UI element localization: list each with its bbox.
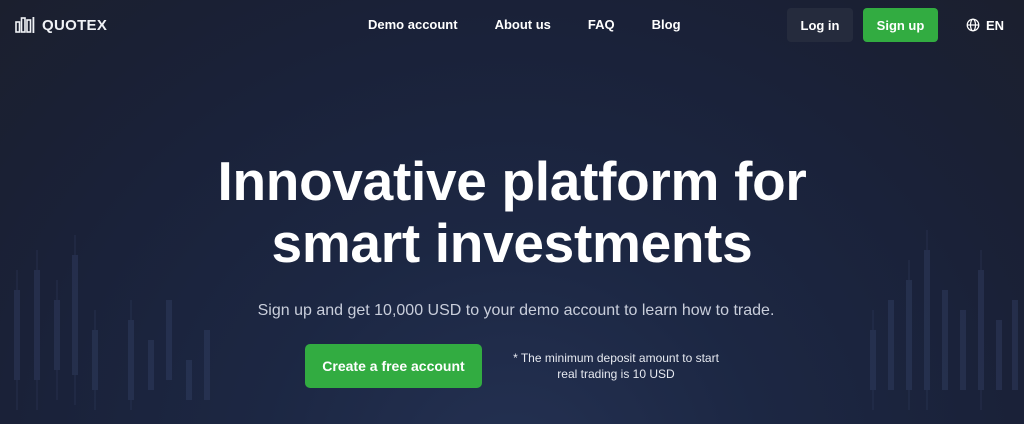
site-header: QUOTEX Demo account About us FAQ Blog Lo… xyxy=(0,0,1024,50)
hero-title-line-2: smart investments xyxy=(271,212,753,274)
note-line-1: * The minimum deposit amount to start xyxy=(513,351,719,365)
hero-title: Innovative platform for smart investment… xyxy=(0,150,1024,274)
nav-demo-account[interactable]: Demo account xyxy=(368,16,458,34)
globe-icon xyxy=(966,18,980,32)
signup-button[interactable]: Sign up xyxy=(863,8,938,42)
main-nav: Demo account About us FAQ Blog xyxy=(368,16,681,34)
nav-blog[interactable]: Blog xyxy=(652,16,681,34)
hero-title-line-1: Innovative platform for xyxy=(217,150,807,212)
note-line-2: real trading is 10 USD xyxy=(557,367,675,381)
hero-subtitle: Sign up and get 10,000 USD to your demo … xyxy=(257,302,775,319)
nav-faq[interactable]: FAQ xyxy=(588,16,615,34)
create-account-button[interactable]: Create a free account xyxy=(305,344,482,388)
language-label: EN xyxy=(986,17,1005,33)
brand-name: QUOTEX xyxy=(42,16,108,34)
login-button[interactable]: Log in xyxy=(787,8,853,42)
brand-logo[interactable]: QUOTEX xyxy=(14,14,107,36)
minimum-deposit-note: * The minimum deposit amount to start re… xyxy=(502,350,730,382)
quotex-logo-icon xyxy=(15,17,35,33)
nav-about-us[interactable]: About us xyxy=(495,16,551,34)
language-selector[interactable]: EN xyxy=(966,16,1004,34)
